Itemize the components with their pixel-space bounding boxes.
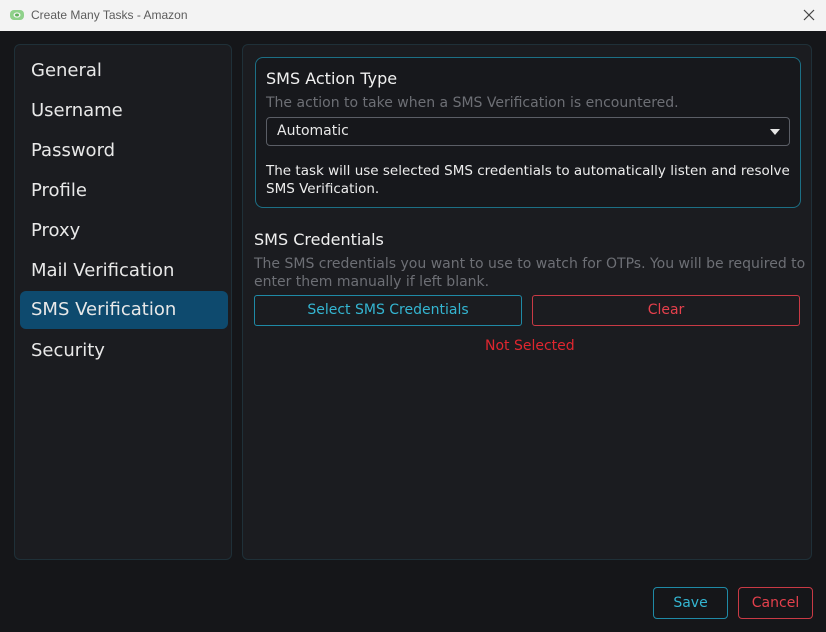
- app-logo-icon: [10, 10, 24, 20]
- sms-action-card: SMS Action Type The action to take when …: [255, 57, 801, 208]
- sms-action-description: The action to take when a SMS Verificati…: [266, 95, 679, 111]
- sidebar-item-mail-verification[interactable]: Mail Verification: [20, 252, 228, 290]
- sms-action-select[interactable]: Automatic: [266, 117, 790, 146]
- sidebar-item-general[interactable]: General: [20, 52, 228, 90]
- close-icon[interactable]: [800, 6, 818, 24]
- sidebar-item-security[interactable]: Security: [20, 332, 228, 370]
- title-bar: Create Many Tasks - Amazon: [0, 0, 826, 31]
- window-title: Create Many Tasks - Amazon: [31, 8, 188, 22]
- settings-panel: SMS Action Type The action to take when …: [242, 44, 812, 560]
- sms-action-explanation-line2: SMS Verification.: [266, 181, 380, 197]
- clear-button[interactable]: Clear: [532, 295, 800, 326]
- sidebar-item-sms-verification[interactable]: SMS Verification: [20, 291, 228, 329]
- sidebar-item-profile[interactable]: Profile: [20, 172, 228, 210]
- sms-credentials-description-line2: enter them manually if left blank.: [254, 274, 490, 290]
- credentials-status: Not Selected: [485, 338, 575, 354]
- sms-action-heading: SMS Action Type: [266, 69, 398, 88]
- sidebar-item-username[interactable]: Username: [20, 92, 228, 130]
- sidebar-item-proxy[interactable]: Proxy: [20, 212, 228, 250]
- save-button[interactable]: Save: [653, 587, 728, 619]
- settings-sidebar: General Username Password Profile Proxy …: [14, 44, 232, 560]
- sms-action-explanation-line1: The task will use selected SMS credentia…: [266, 163, 790, 179]
- sms-action-selected-value: Automatic: [277, 123, 349, 139]
- select-sms-credentials-button[interactable]: Select SMS Credentials: [254, 295, 522, 326]
- sms-credentials-description-line1: The SMS credentials you want to use to w…: [254, 256, 806, 272]
- cancel-button[interactable]: Cancel: [738, 587, 813, 619]
- sidebar-item-password[interactable]: Password: [20, 132, 228, 170]
- sms-credentials-heading: SMS Credentials: [254, 230, 384, 249]
- chevron-down-icon: [770, 129, 780, 135]
